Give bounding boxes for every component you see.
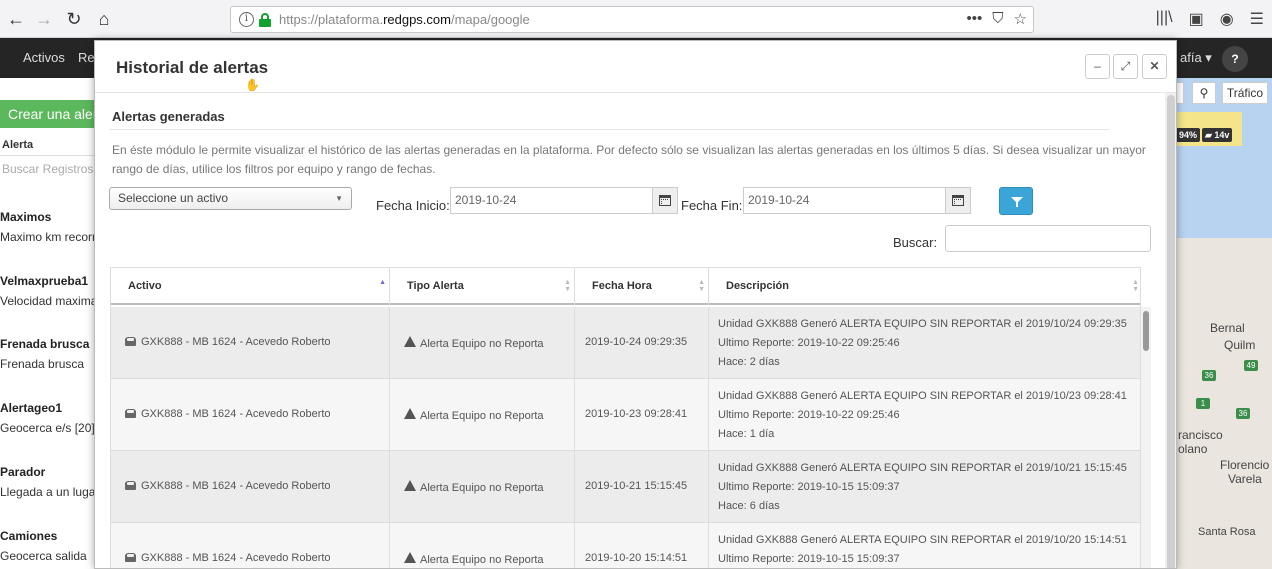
list-item[interactable]: Velmaxprueba1 Velocidad maxima (0, 274, 94, 308)
list-item[interactable]: Parador Llegada a un lugar (0, 465, 94, 499)
sidebar-search-input[interactable]: Buscar Registros (0, 162, 94, 176)
grab-cursor-icon: ✋ (245, 78, 260, 92)
minimize-button[interactable]: – (1085, 54, 1110, 79)
route-marker: 49 (1244, 360, 1258, 371)
info-icon[interactable]: i (239, 12, 254, 27)
hamburger-menu-icon[interactable]: ☰ (1250, 9, 1264, 29)
list-item[interactable]: Maximos Maximo km recorrido (0, 210, 94, 244)
map-label: Santa Rosa (1198, 526, 1256, 538)
voltage-badge: ▰ 14v (1202, 128, 1233, 142)
end-date-input[interactable]: 2019-10-24 (743, 187, 946, 214)
warning-icon (404, 336, 416, 347)
map-label: rancisco (1178, 428, 1223, 442)
library-icon[interactable]: |||\ (1156, 9, 1173, 29)
table-row[interactable]: GXK888 - MB 1624 - Acevedo Roberto Alert… (111, 523, 1140, 568)
map-label: Bernal (1210, 321, 1245, 335)
nav-item-reportes[interactable]: Re (78, 50, 95, 65)
start-date-calendar-button[interactable] (652, 187, 678, 214)
pocket-icon[interactable]: ⛉ (992, 10, 1003, 28)
section-title: Alertas generadas (112, 109, 225, 124)
modal-header[interactable]: Historial de alertas ✋ – ⤢ ✕ (95, 41, 1176, 93)
table-row[interactable]: GXK888 - MB 1624 - Acevedo Roberto Alert… (111, 379, 1140, 451)
alert-history-modal: Historial de alertas ✋ – ⤢ ✕ Alertas gen… (94, 40, 1177, 569)
truck-icon: ▰ (1205, 130, 1215, 140)
module-description: En éste módulo le permite visualizar el … (112, 143, 1146, 176)
list-item[interactable]: Camiones Geocerca salida (0, 529, 94, 563)
warning-icon (404, 552, 416, 563)
account-icon[interactable]: ◉ (1220, 9, 1234, 29)
sidebar-toggle-icon[interactable]: ▣ (1189, 9, 1204, 29)
nav-item-cartografia[interactable]: afía ▾ (1180, 50, 1212, 66)
map-label: Florencio (1220, 458, 1270, 472)
warning-icon (404, 480, 416, 491)
modal-title: Historial de alertas (116, 58, 269, 77)
car-icon (125, 337, 136, 346)
table-header: Activo ▲ Tipo Alerta ▲ ▼ Fecha Hora ▲ ▼ De… (111, 268, 1140, 305)
search-input[interactable] (945, 225, 1151, 252)
column-header-descripcion[interactable]: Descripción ▲ ▼ (709, 268, 1140, 305)
calendar-icon (659, 195, 671, 207)
sort-icon: ▲ ▼ (1132, 279, 1139, 293)
url-bar[interactable]: i https://plataforma.redgps.com/mapa/goo… (230, 6, 1034, 33)
map-pin-icon[interactable]: ⚲ (1192, 82, 1216, 104)
sort-icon: ▲ ▼ (698, 279, 705, 293)
table-row[interactable]: GXK888 - MB 1624 - Acevedo Roberto Alert… (111, 451, 1140, 523)
nav-item-activos[interactable]: Activos (23, 50, 65, 65)
sidebar-column-header[interactable]: Alerta (0, 134, 94, 156)
column-header-activo[interactable]: Activo ▲ (111, 268, 390, 305)
back-icon[interactable]: ← (4, 7, 28, 31)
divider (110, 129, 1109, 130)
end-date-calendar-button[interactable] (945, 187, 971, 214)
map-view[interactable]: Bernal Quilm rancisco olano Florencio Va… (1176, 78, 1272, 569)
map-control[interactable] (1176, 82, 1184, 104)
list-item[interactable]: Alertageo1 Geocerca e/s [20] (0, 401, 94, 435)
calendar-icon (952, 195, 964, 207)
route-marker: 1 (1196, 398, 1210, 409)
browser-toolbar: ← → ↻ ⌂ i https://plataforma.redgps.com/… (0, 0, 1272, 38)
asset-select[interactable]: Seleccione un activo ▼ (109, 187, 352, 210)
start-date-label: Fecha Inicio: (376, 198, 450, 213)
table-scrollbar[interactable] (1141, 307, 1151, 568)
maximize-button[interactable]: ⤢ (1113, 54, 1138, 79)
car-icon (125, 409, 136, 418)
battery-badge: 94% (1176, 128, 1201, 142)
column-header-fecha-hora[interactable]: Fecha Hora ▲ ▼ (575, 268, 709, 305)
column-header-tipo-alerta[interactable]: Tipo Alerta ▲ ▼ (390, 268, 575, 305)
table-row[interactable]: GXK888 - MB 1624 - Acevedo Roberto Alert… (111, 307, 1140, 379)
help-button[interactable]: ? (1222, 46, 1248, 72)
car-icon (125, 481, 136, 490)
page-actions-icon[interactable]: ••• (967, 10, 983, 28)
sort-icon: ▲ ▼ (564, 279, 571, 293)
start-date-input[interactable]: 2019-10-24 (450, 187, 653, 214)
alerts-table: Activo ▲ Tipo Alerta ▲ ▼ Fecha Hora ▲ ▼ De… (110, 267, 1141, 568)
route-marker: 36 (1236, 408, 1250, 419)
close-button[interactable]: ✕ (1142, 54, 1167, 79)
traffic-toggle[interactable]: Tráfico (1222, 82, 1268, 104)
map-label: Quilm (1224, 338, 1256, 352)
reload-icon[interactable]: ↻ (62, 7, 86, 31)
dropdown-caret-icon: ▼ (335, 194, 343, 203)
end-date-label: Fecha Fin: (681, 198, 743, 213)
list-item[interactable]: Frenada brusca Frenada brusca (0, 337, 94, 371)
alerts-sidebar: Crear una alerta Alerta Buscar Registros… (0, 78, 94, 569)
map-label: Varela (1228, 472, 1262, 486)
forward-icon[interactable]: → (32, 7, 56, 31)
route-marker: 36 (1202, 370, 1216, 381)
home-icon[interactable]: ⌂ (92, 7, 116, 31)
sort-asc-icon: ▲ (379, 279, 386, 286)
warning-icon (404, 408, 416, 419)
bookmark-star-icon[interactable]: ☆ (1014, 10, 1027, 28)
url-text: https://plataforma.redgps.com/mapa/googl… (279, 12, 530, 27)
create-alert-button[interactable]: Crear una alerta (0, 100, 94, 128)
filter-button[interactable] (999, 187, 1033, 215)
search-label: Buscar: (893, 235, 938, 250)
modal-scrollbar[interactable] (1165, 93, 1176, 568)
map-label: olano (1178, 442, 1208, 456)
lock-icon[interactable] (259, 13, 271, 27)
car-icon (125, 553, 136, 562)
